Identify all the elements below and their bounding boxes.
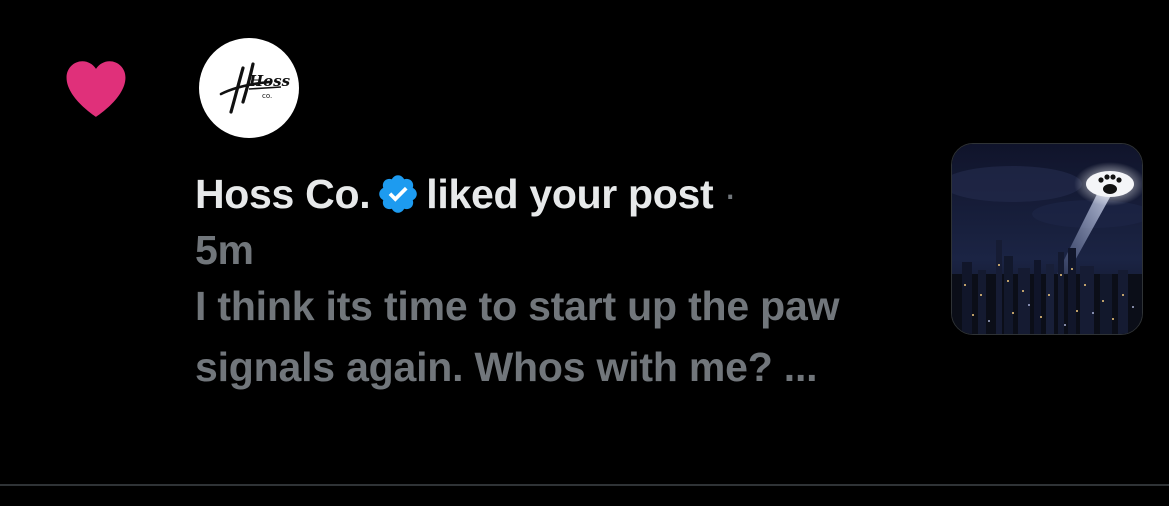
hoss-co-logo: Hoss co. [219, 62, 291, 114]
logo-subtext: co. [262, 92, 272, 100]
action-text: liked your post [426, 171, 714, 217]
notification-headline: Hoss Co. liked your post · 5m [195, 166, 895, 278]
separator-dot: · [723, 171, 737, 217]
like-notification[interactable]: Hoss co. Hoss Co. liked your post · 5m I th… [0, 0, 1169, 484]
user-name-link[interactable]: Hoss Co. [195, 171, 371, 217]
heart-icon [66, 61, 126, 117]
notification-text: Hoss Co. liked your post · 5m I think its t… [195, 166, 895, 398]
avatar[interactable]: Hoss co. [199, 38, 299, 138]
paw-signal-image [952, 144, 1142, 334]
timestamp: 5m [195, 227, 254, 273]
divider [0, 484, 1169, 486]
verified-badge-icon [379, 175, 418, 213]
post-excerpt: I think its time to start up the paw sig… [195, 283, 840, 390]
post-thumbnail[interactable] [951, 143, 1143, 335]
